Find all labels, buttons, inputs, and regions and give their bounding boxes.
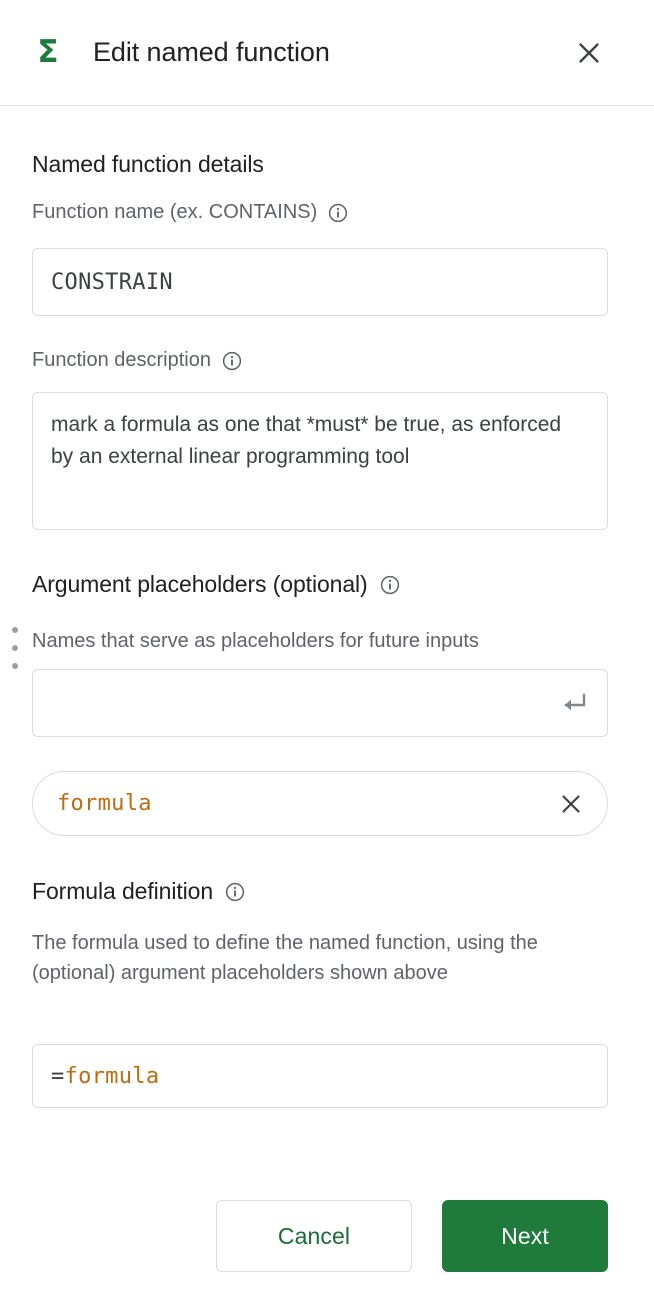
sigma-icon: Σ: [37, 34, 59, 70]
function-name-value: CONSTRAIN: [51, 269, 173, 295]
function-description-textarea[interactable]: mark a formula as one that *must* be tru…: [32, 392, 608, 530]
argument-placeholder-new-row: [12, 627, 608, 737]
argument-placeholder-chip-label: formula: [57, 791, 152, 816]
argument-placeholder-input[interactable]: [32, 669, 608, 737]
info-icon[interactable]: [225, 882, 245, 902]
dialog-content: Named function details Function name (ex…: [0, 106, 654, 1298]
chip-remove-close-icon[interactable]: [557, 790, 585, 818]
formula-definition-hint: The formula used to define the named fun…: [32, 932, 538, 984]
argument-placeholders-hint: Names that serve as placeholders for fut…: [32, 630, 479, 652]
enter-return-icon[interactable]: [559, 691, 587, 715]
formula-argument-token: formula: [64, 1063, 160, 1089]
formula-definition-input[interactable]: = formula: [32, 1044, 608, 1108]
info-icon[interactable]: [222, 351, 242, 371]
info-icon[interactable]: [380, 575, 400, 595]
argument-placeholder-chip[interactable]: formula: [32, 771, 608, 836]
section-title-argument-placeholders: Argument placeholders (optional): [32, 571, 400, 598]
function-description-label: Function description: [32, 349, 242, 372]
function-name-label: Function name (ex. CONTAINS): [32, 201, 348, 224]
formula-prefix: =: [51, 1063, 65, 1089]
function-name-input[interactable]: CONSTRAIN: [32, 248, 608, 316]
dialog-footer: Cancel Next: [0, 1200, 654, 1272]
section-title-named-function-details: Named function details: [32, 151, 264, 177]
section-title-formula-definition: Formula definition: [32, 878, 245, 905]
dialog-header: Σ Edit named function: [0, 0, 654, 106]
close-icon: [576, 40, 602, 66]
page-title: Edit named function: [93, 37, 330, 67]
info-icon[interactable]: [328, 203, 348, 223]
cancel-button[interactable]: Cancel: [216, 1200, 412, 1272]
edit-named-function-dialog: Σ Edit named function Named function det…: [0, 0, 654, 1298]
drag-dots-icon[interactable]: [8, 627, 22, 669]
function-description-value: mark a formula as one that *must* be tru…: [51, 413, 562, 468]
close-button[interactable]: [572, 36, 606, 70]
next-button[interactable]: Next: [442, 1200, 608, 1272]
